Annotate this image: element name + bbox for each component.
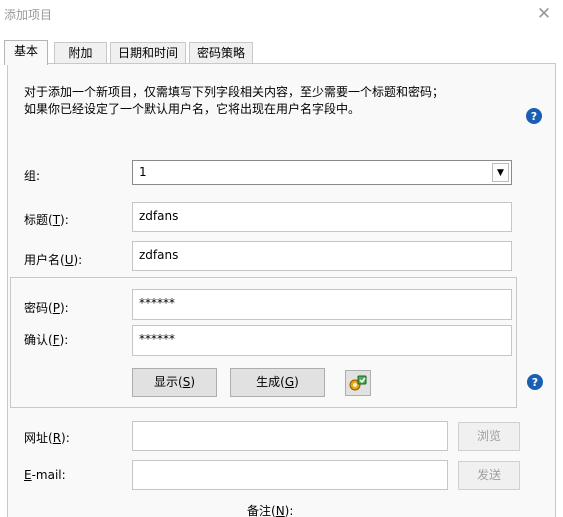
group-selected-value: 1 xyxy=(139,165,147,179)
title-field[interactable]: zdfans xyxy=(132,202,512,232)
password-label: 密码(P): xyxy=(24,301,69,315)
password-generator-button[interactable] xyxy=(345,370,371,396)
password-value: ****** xyxy=(139,296,175,310)
close-icon: ✕ xyxy=(536,4,552,24)
browse-button[interactable]: 浏览 xyxy=(458,422,520,451)
tab-label: 附加 xyxy=(68,46,93,60)
intro-text: 对于添加一个新项目，仅需填写下列字段相关内容，至少需要一个标题和密码； 如果你已… xyxy=(24,84,444,118)
tab-strip: 基本 附加 日期和时间 密码策略 xyxy=(0,40,563,65)
tab-label: 基本 xyxy=(13,44,38,58)
password-field[interactable]: ****** xyxy=(132,289,512,320)
help-glyph: ? xyxy=(531,375,539,389)
username-field[interactable]: zdfans xyxy=(132,241,512,271)
title-bar: 添加项目 ✕ xyxy=(0,0,563,30)
tab-password-policy[interactable]: 密码策略 xyxy=(189,42,253,64)
chevron-down-icon: ▼ xyxy=(497,167,504,178)
group-select[interactable]: 1 ▼ xyxy=(132,160,512,185)
notes-label: 备注(N): xyxy=(247,504,294,517)
group-label: 组: xyxy=(24,169,41,183)
tab-label: 日期和时间 xyxy=(117,46,178,60)
show-password-button[interactable]: 显示(S) xyxy=(132,368,217,397)
intro-line-1: 对于添加一个新项目，仅需填写下列字段相关内容，至少需要一个标题和密码； xyxy=(24,85,445,99)
url-label: 网址(R): xyxy=(24,431,70,445)
intro-line-2: 如果你已经设定了一个默认用户名，它将出现在用户名字段中。 xyxy=(24,102,361,116)
username-value: zdfans xyxy=(139,248,179,262)
confirm-label: 确认(F): xyxy=(24,333,69,347)
username-label: 用户名(U): xyxy=(24,253,83,267)
password-help-icon[interactable]: ? xyxy=(527,374,543,390)
email-field[interactable] xyxy=(132,460,448,490)
window-title: 添加项目 xyxy=(4,8,53,22)
generate-password-button[interactable]: 生成(G) xyxy=(230,368,325,397)
title-value: zdfans xyxy=(139,209,179,223)
send-button[interactable]: 发送 xyxy=(458,461,520,490)
tab-date-time[interactable]: 日期和时间 xyxy=(110,42,186,64)
title-label: 标题(T): xyxy=(24,213,69,227)
close-button[interactable]: ✕ xyxy=(531,1,557,27)
confirm-password-field[interactable]: ****** xyxy=(132,325,512,356)
dropdown-arrow[interactable]: ▼ xyxy=(492,163,509,182)
email-label: E-mail: xyxy=(24,468,66,482)
tab-label: 密码策略 xyxy=(196,46,245,60)
tab-basic[interactable]: 基本 xyxy=(4,40,48,65)
tab-extra[interactable]: 附加 xyxy=(54,42,107,64)
help-icon[interactable]: ? xyxy=(526,108,542,124)
confirm-value: ****** xyxy=(139,332,175,346)
key-generator-icon xyxy=(349,375,367,391)
url-field[interactable] xyxy=(132,421,448,451)
help-glyph: ? xyxy=(530,109,538,123)
